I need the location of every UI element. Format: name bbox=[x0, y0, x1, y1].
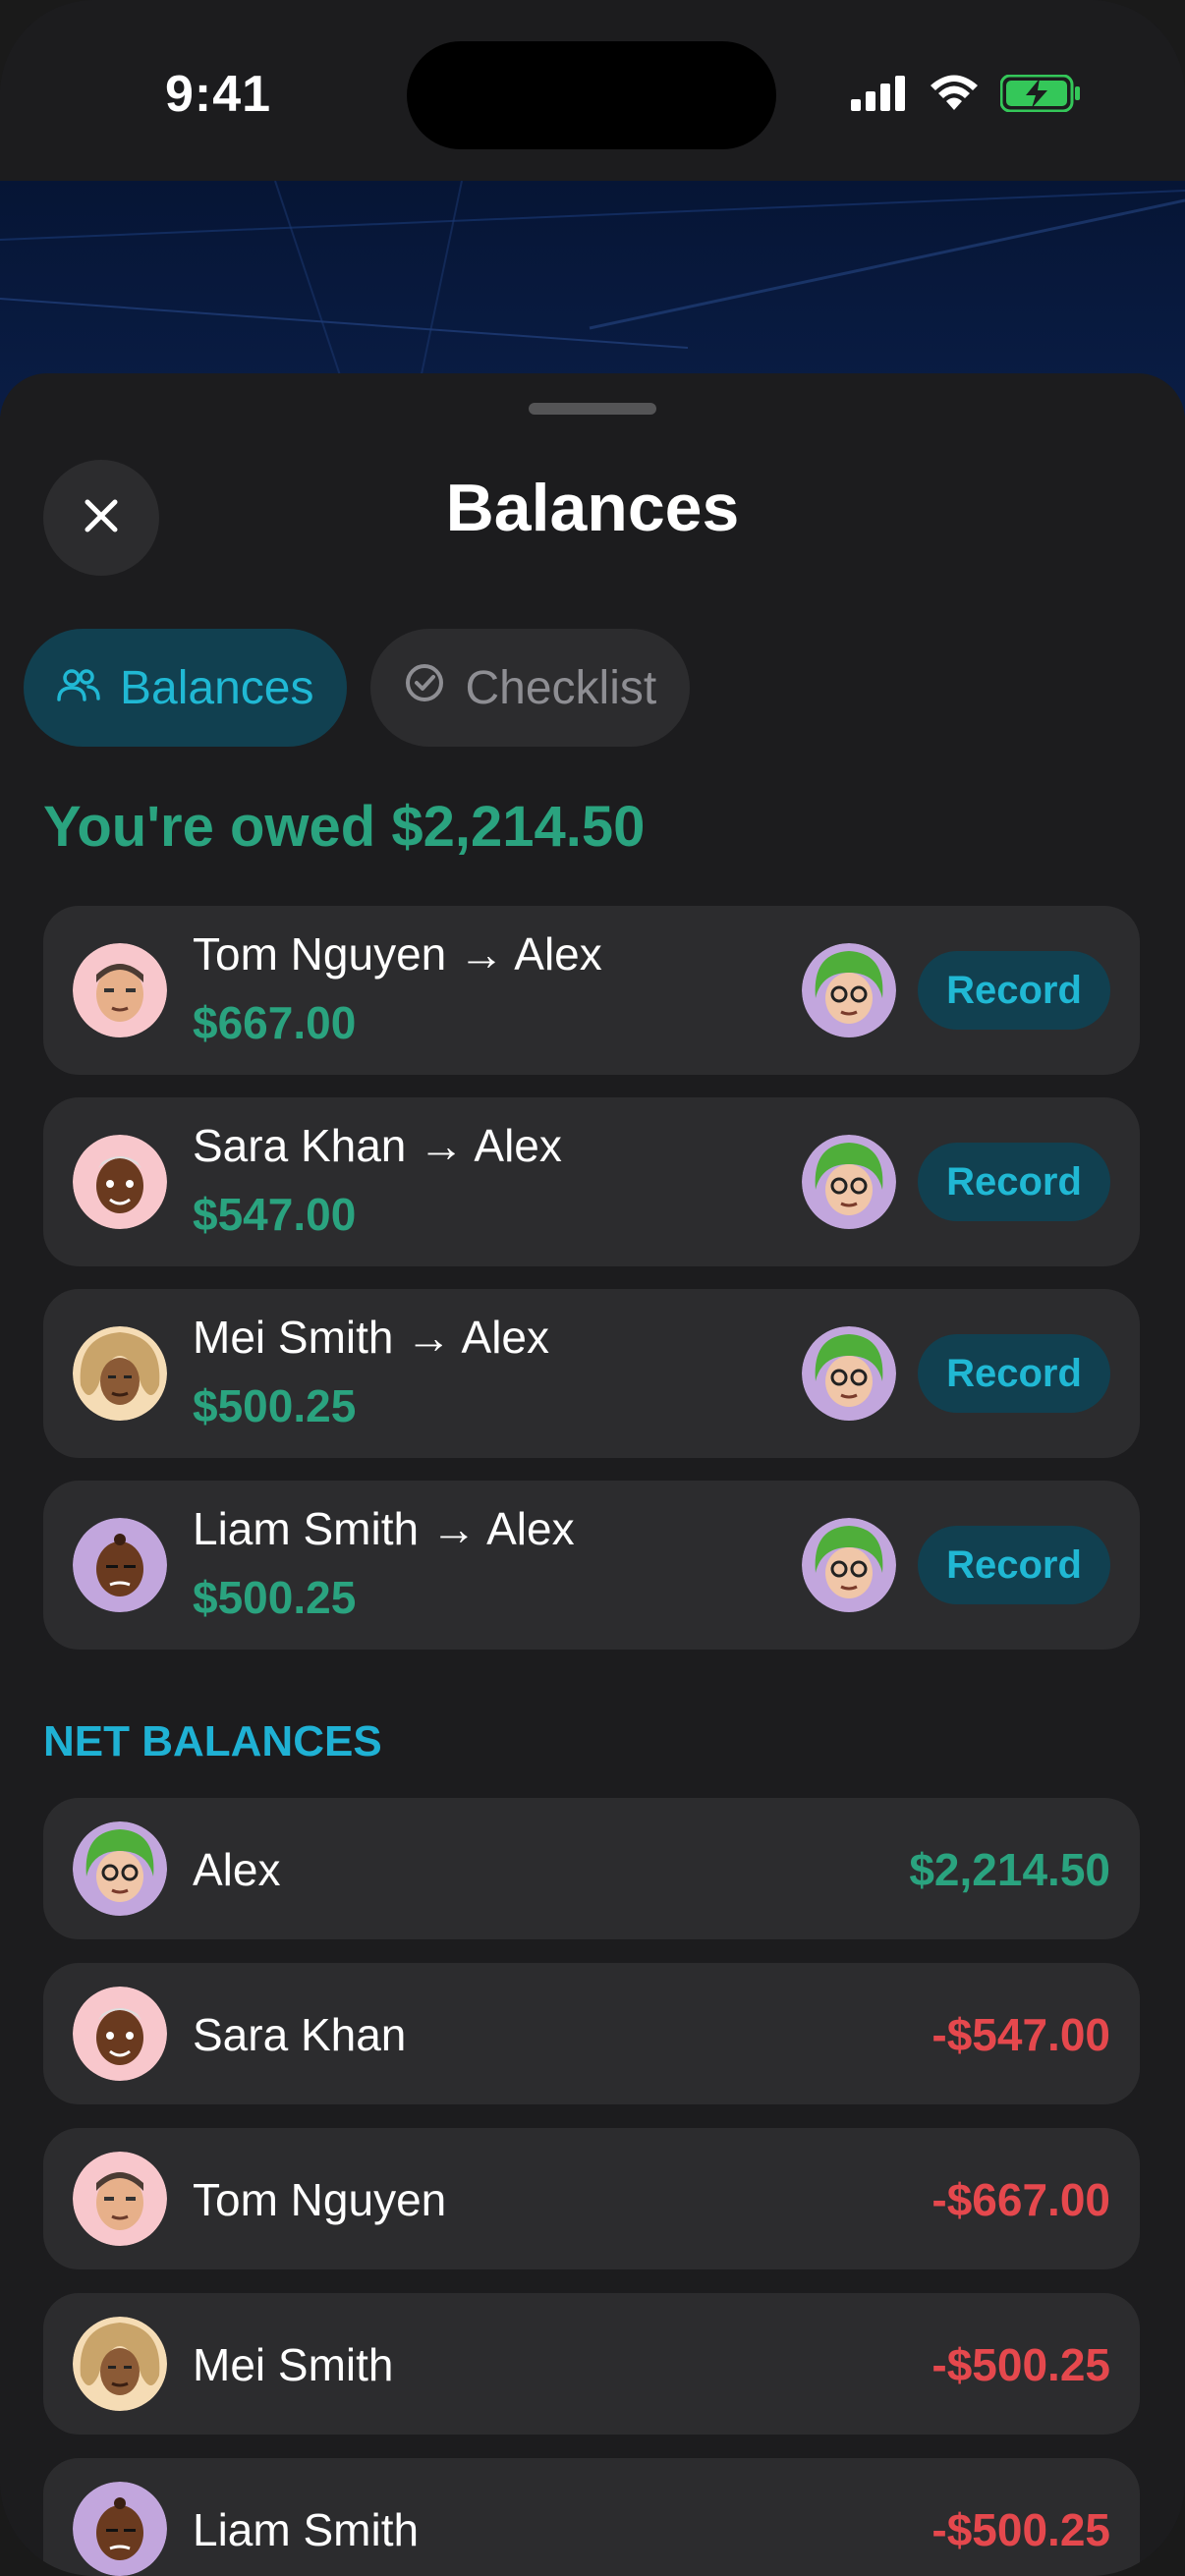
check-circle-icon bbox=[404, 661, 445, 715]
record-button[interactable]: Record bbox=[918, 951, 1110, 1030]
sheet-grabber[interactable] bbox=[529, 403, 656, 415]
settlement-amount: $500.25 bbox=[193, 1572, 357, 1623]
record-button[interactable]: Record bbox=[918, 1334, 1110, 1413]
owed-summary: You're owed $2,214.50 bbox=[43, 795, 646, 859]
net-balance-name: Sara Khan bbox=[193, 2009, 407, 2060]
settlement-names: Liam Smith → Alex bbox=[193, 1503, 575, 1554]
avatar-mei-smith bbox=[73, 2317, 167, 2411]
net-balance-name: Tom Nguyen bbox=[193, 2174, 447, 2225]
settlement-list: Tom Nguyen → Alex $667.00 Record Sara Kh… bbox=[43, 906, 1140, 1672]
status-icons bbox=[851, 74, 1081, 117]
net-balance-row: Sara Khan -$547.00 bbox=[43, 1963, 1140, 2104]
avatar-alex bbox=[802, 1326, 896, 1421]
settlement-amount: $547.00 bbox=[193, 1189, 357, 1240]
settlement-names: Tom Nguyen → Alex bbox=[193, 928, 602, 980]
cellular-signal-icon bbox=[851, 76, 908, 116]
avatar-alex bbox=[802, 1135, 896, 1229]
net-balance-name: Alex bbox=[193, 1844, 281, 1895]
net-balances-list: Alex $2,214.50 Sara Khan -$547.00 Tom Ng… bbox=[43, 1798, 1140, 2576]
avatar-alex bbox=[802, 1518, 896, 1612]
net-balance-amount: -$500.25 bbox=[931, 2504, 1110, 2555]
tab-bar: Balances Checklist bbox=[24, 629, 691, 747]
net-balance-amount: -$547.00 bbox=[931, 2009, 1110, 2060]
settlement-card: Mei Smith → Alex $500.25 Record bbox=[43, 1289, 1140, 1458]
avatar-sara-khan bbox=[73, 1135, 167, 1229]
settlement-card: Liam Smith → Alex $500.25 Record bbox=[43, 1481, 1140, 1650]
settlement-card: Tom Nguyen → Alex $667.00 Record bbox=[43, 906, 1140, 1075]
net-balance-name: Liam Smith bbox=[193, 2504, 420, 2555]
net-balance-name: Mei Smith bbox=[193, 2339, 394, 2390]
tab-checklist[interactable]: Checklist bbox=[370, 629, 691, 747]
record-button[interactable]: Record bbox=[918, 1143, 1110, 1221]
avatar-liam-smith bbox=[73, 2482, 167, 2576]
net-balance-row: Liam Smith -$500.25 bbox=[43, 2458, 1140, 2576]
settlement-names: Mei Smith → Alex bbox=[193, 1312, 549, 1363]
avatar-alex bbox=[802, 943, 896, 1037]
net-balances-heading: NET BALANCES bbox=[43, 1717, 382, 1765]
wifi-icon bbox=[930, 75, 979, 117]
phone-screen: 9:41 Balances Balances Checklist You're … bbox=[0, 0, 1185, 2576]
people-icon bbox=[57, 661, 100, 715]
page-title: Balances bbox=[445, 471, 740, 545]
battery-charging-icon bbox=[999, 74, 1081, 117]
net-balance-amount: $2,214.50 bbox=[909, 1844, 1110, 1895]
avatar-sara-khan bbox=[73, 1987, 167, 2081]
avatar-liam-smith bbox=[73, 1518, 167, 1612]
avatar-tom-nguyen bbox=[73, 943, 167, 1037]
status-bar: 9:41 bbox=[0, 0, 1185, 183]
record-button[interactable]: Record bbox=[918, 1526, 1110, 1604]
status-time: 9:41 bbox=[165, 66, 272, 123]
avatar-tom-nguyen bbox=[73, 2152, 167, 2246]
avatar-alex bbox=[73, 1821, 167, 1916]
net-balance-amount: -$667.00 bbox=[931, 2174, 1110, 2225]
net-balance-row: Mei Smith -$500.25 bbox=[43, 2293, 1140, 2435]
tab-balances-label: Balances bbox=[120, 661, 314, 714]
net-balance-row: Alex $2,214.50 bbox=[43, 1798, 1140, 1939]
settlement-amount: $667.00 bbox=[193, 997, 357, 1048]
settlement-card: Sara Khan → Alex $547.00 Record bbox=[43, 1097, 1140, 1266]
tab-checklist-label: Checklist bbox=[465, 661, 657, 714]
settlement-names: Sara Khan → Alex bbox=[193, 1120, 562, 1171]
settlement-amount: $500.25 bbox=[193, 1380, 357, 1431]
avatar-mei-smith bbox=[73, 1326, 167, 1421]
tab-balances[interactable]: Balances bbox=[24, 629, 348, 747]
net-balance-amount: -$500.25 bbox=[931, 2339, 1110, 2390]
balances-sheet: Balances Balances Checklist You're owed … bbox=[0, 373, 1185, 2576]
dynamic-island bbox=[407, 41, 776, 149]
net-balance-row: Tom Nguyen -$667.00 bbox=[43, 2128, 1140, 2269]
